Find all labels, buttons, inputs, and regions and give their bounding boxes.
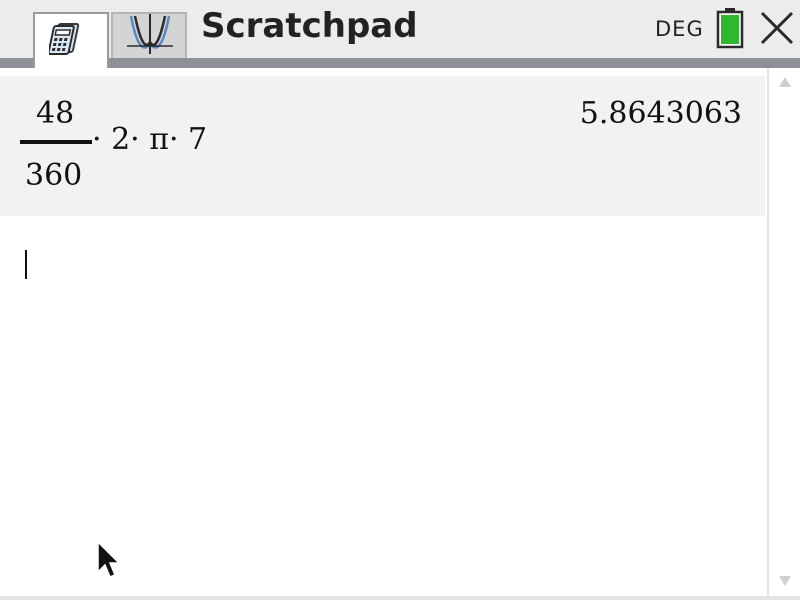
mouse-pointer-icon <box>97 540 121 578</box>
bottom-border <box>0 596 800 600</box>
fraction-denominator: 360 <box>25 158 83 193</box>
app-title: Scratchpad <box>201 6 418 46</box>
fraction: 48 360 <box>20 96 92 196</box>
entry-line[interactable] <box>0 216 765 596</box>
scrollbar[interactable] <box>767 68 800 596</box>
graph-icon <box>127 14 173 54</box>
close-icon[interactable] <box>758 8 796 48</box>
title-bar-divider <box>0 58 800 68</box>
expression-rest: · 2· π· 7 <box>92 122 208 157</box>
calculator-icon <box>49 23 80 55</box>
battery-icon <box>716 8 744 49</box>
tab-calculator[interactable] <box>33 12 109 68</box>
angle-mode-indicator: DEG <box>655 17 704 41</box>
scratchpad-screen: Scratchpad DEG 48 360 · 2· π· 7 5.864306… <box>0 0 800 600</box>
result-value: 5.8643063 <box>579 96 742 131</box>
fraction-bar <box>20 140 92 144</box>
scroll-down-icon[interactable] <box>778 575 792 587</box>
title-bar: Scratchpad DEG <box>0 0 800 68</box>
scroll-up-icon[interactable] <box>778 76 792 88</box>
fraction-numerator: 48 <box>36 96 75 131</box>
text-cursor <box>25 250 27 279</box>
tab-graph[interactable] <box>111 12 187 58</box>
